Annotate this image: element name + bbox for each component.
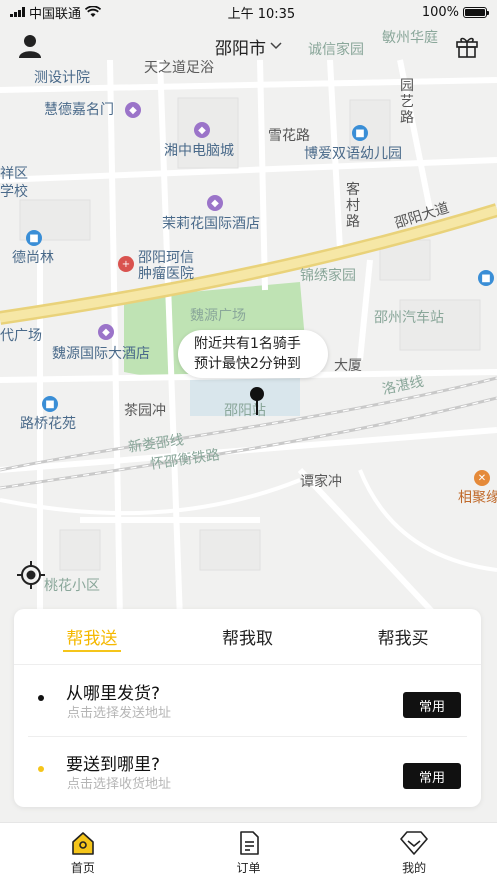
nav-profile-label: 我的	[402, 860, 427, 875]
map-label: 客村路	[346, 182, 360, 230]
shop-poi-icon: ◆	[194, 122, 210, 138]
city-name: 邵阳市	[215, 38, 266, 59]
delivery-card: 帮我送 帮我取 帮我买 从哪里发货? 点击选择发送地址 常用 要送到哪里? 点击…	[14, 609, 481, 807]
user-icon[interactable]	[16, 32, 44, 60]
map-label: 魏源国际大酒店	[52, 346, 150, 362]
city-selector[interactable]: 邵阳市	[215, 34, 282, 59]
map-label: 大厦	[334, 358, 362, 374]
battery-icon	[462, 6, 489, 18]
map-label: 德尚林	[12, 250, 54, 266]
to-address-row[interactable]: 要送到哪里? 点击选择收货地址 常用	[14, 737, 481, 805]
carrier-name: 中国联通	[29, 6, 82, 22]
chevron-down-icon	[270, 42, 282, 50]
map-label: 肿瘤医院	[138, 266, 194, 282]
nav-home-label: 首页	[70, 860, 95, 875]
map-label: 桃花小区	[44, 578, 100, 594]
map-label: 博爱双语幼儿园	[304, 146, 402, 162]
nav-orders[interactable]: 订单	[166, 823, 332, 883]
top-bar: 邵阳市	[0, 26, 497, 66]
hotel-poi-icon: ◆	[207, 195, 223, 211]
school-poi-icon: ■	[352, 125, 368, 141]
from-address-row[interactable]: 从哪里发货? 点击选择发送地址 常用	[14, 666, 481, 734]
from-subtitle: 点击选择发送地址	[67, 706, 172, 721]
map-label: 邵阳珂信	[138, 250, 194, 266]
map-label: 学校	[0, 184, 28, 200]
map-label: 相聚缘	[458, 490, 497, 506]
to-dot-icon	[38, 766, 44, 772]
locate-icon[interactable]	[16, 560, 46, 590]
hotel-poi-icon: ◆	[125, 102, 141, 118]
map-label: 茉莉花国际酒店	[162, 216, 260, 232]
map-label: 慧德嘉名门	[44, 102, 114, 118]
map-label: 谭家冲	[300, 474, 342, 490]
map-label: 湘中电脑城	[164, 143, 234, 159]
to-subtitle: 点击选择收货地址	[67, 777, 172, 792]
map-label: 路桥花苑	[20, 416, 76, 432]
bottom-nav: 首页 订单 我的	[0, 822, 497, 883]
map-label: 祥区	[0, 166, 28, 182]
from-common-button[interactable]: 常用	[403, 692, 461, 718]
map-label: 测设计院	[34, 70, 90, 86]
tab-buy[interactable]: 帮我买	[325, 609, 481, 664]
to-title: 要送到哪里?	[66, 755, 161, 775]
building-poi-icon: ■	[42, 396, 58, 412]
map-label: 邵州汽车站	[374, 310, 444, 326]
rider-count-text: 附近共有1名骑手	[194, 336, 301, 352]
eta-text: 预计最快2分钟到	[194, 356, 301, 372]
battery-percent: 100%	[421, 4, 459, 20]
to-common-button[interactable]: 常用	[403, 763, 461, 789]
tab-send[interactable]: 帮我送	[14, 609, 170, 664]
map-label: 园艺路	[400, 78, 414, 126]
hotel-poi-icon: ◆	[98, 324, 114, 340]
map-label: 茶园冲	[124, 403, 166, 419]
gift-icon[interactable]	[453, 32, 481, 60]
map-label: 代广场	[0, 328, 42, 344]
signal-icon	[10, 7, 25, 17]
hospital-poi-icon: +	[118, 256, 134, 272]
from-dot-icon	[38, 695, 44, 701]
map-label: 锦绣家园	[300, 268, 356, 284]
location-pin-icon[interactable]	[249, 386, 265, 416]
profile-diamond-icon	[400, 830, 428, 855]
wifi-icon	[85, 6, 102, 17]
service-tabs: 帮我送 帮我取 帮我买	[14, 609, 481, 665]
map-label: 魏源广场	[190, 308, 246, 324]
status-time: 上午 10:35	[227, 6, 296, 22]
map-label: 雪花路	[268, 128, 310, 144]
nav-profile[interactable]: 我的	[331, 823, 497, 883]
restaurant-poi-icon: ✕	[474, 470, 490, 486]
building-poi-icon: ■	[478, 270, 494, 286]
rider-info-bubble: 附近共有1名骑手 预计最快2分钟到	[178, 330, 328, 378]
order-icon	[239, 830, 259, 855]
status-bar: 中国联通 上午 10:35 100%	[0, 0, 497, 24]
building-poi-icon: ■	[26, 230, 42, 246]
home-icon	[72, 831, 94, 855]
nav-home[interactable]: 首页	[0, 823, 166, 883]
nav-orders-label: 订单	[236, 860, 261, 875]
from-title: 从哪里发货?	[66, 684, 161, 704]
tab-pickup[interactable]: 帮我取	[170, 609, 326, 664]
